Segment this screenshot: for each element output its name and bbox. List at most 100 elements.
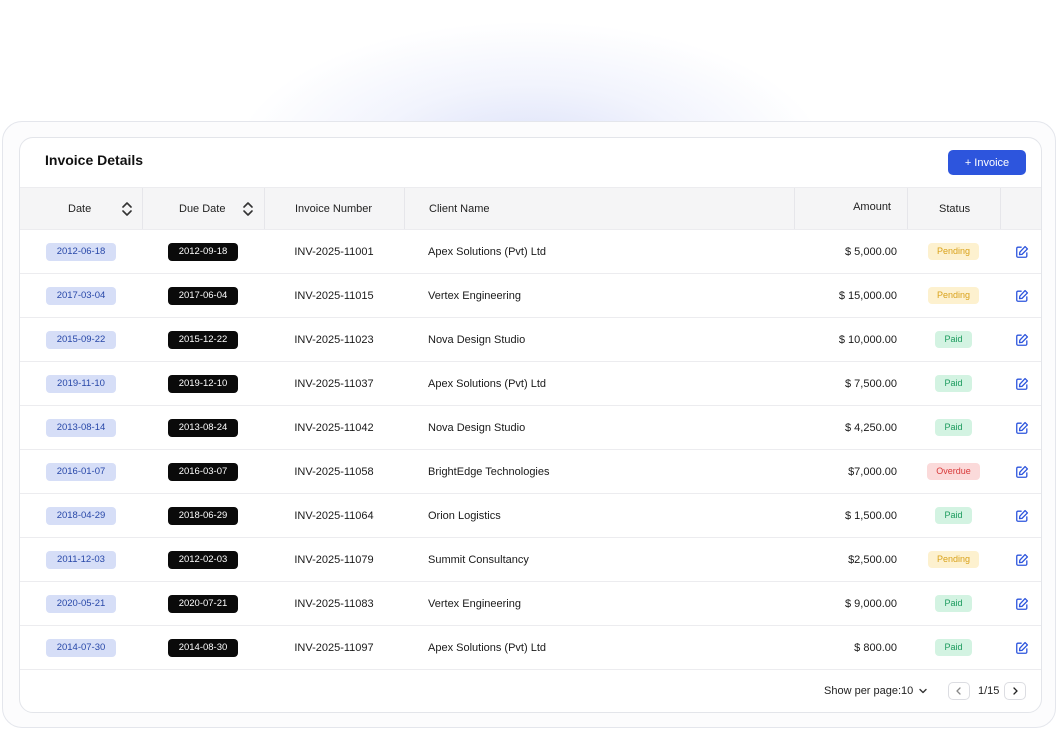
table-row: 2015-09-22 2015-12-22 INV-2025-11023 Nova D… [20,318,1041,362]
date-cell: 2016-01-07 [20,450,142,493]
edit-icon[interactable] [1015,597,1029,611]
client-name: Nova Design Studio [428,421,526,434]
invoice-number: INV-2025-11079 [294,553,374,566]
client-name: Nova Design Studio [428,333,526,346]
due-date-cell: 2017-06-04 [142,274,264,317]
date-cell: 2017-03-04 [20,274,142,317]
status-badge: Paid [935,331,972,348]
column-due-date-label: Due Date [179,202,226,215]
due-date-cell: 2020-07-21 [142,582,264,625]
date-cell: 2018-04-29 [20,494,142,537]
table-row: 2014-07-30 2014-08-30 INV-2025-11097 Apex S… [20,626,1041,670]
edit-button[interactable] [1000,318,1041,361]
edit-icon[interactable] [1015,245,1029,259]
edit-button[interactable] [1000,406,1041,449]
status-badge: Paid [935,507,972,524]
chevron-down-icon[interactable] [918,686,928,696]
amount: $ 4,250.00 [845,421,897,434]
table-row: 2019-11-10 2019-12-10 INV-2025-11037 Apex S… [20,362,1041,406]
due-date-cell: 2012-02-03 [142,538,264,581]
next-page-button[interactable] [1004,682,1026,700]
date-badge: 2020-05-21 [45,594,117,613]
invoice-number: INV-2025-11015 [294,289,374,302]
edit-button[interactable] [1000,274,1041,317]
date-badge: 2011-12-03 [46,550,116,569]
status-badge: Paid [935,419,972,436]
status-cell: Paid [907,318,1000,361]
date-cell: 2011-12-03 [20,538,142,581]
date-cell: 2019-11-10 [20,362,142,405]
edit-button[interactable] [1000,582,1041,625]
client-name: Apex Solutions (Pvt) Ltd [428,245,547,258]
table-row: 2012-06-18 2012-09-18 INV-2025-11001 Apex S… [20,230,1041,274]
edit-icon[interactable] [1015,333,1029,347]
date-cell: 2012-06-18 [20,230,142,273]
client-name: BrightEdge Technologies [428,465,550,478]
status-cell: Paid [907,494,1000,537]
due-date-cell: 2012-09-18 [142,230,264,273]
edit-icon[interactable] [1015,421,1029,435]
status-cell: Paid [907,582,1000,625]
invoice-number: INV-2025-11042 [294,421,374,434]
amount: $ 1,500.00 [845,509,897,522]
edit-button[interactable] [1000,538,1041,581]
status-cell: Pending [907,538,1000,581]
edit-button[interactable] [1000,362,1041,405]
pagination-footer: Show per page: 10 1/15 [20,672,1041,712]
column-due-date[interactable]: Due Date [142,188,264,229]
edit-icon[interactable] [1015,641,1029,655]
status-cell: Pending [907,274,1000,317]
per-page-select[interactable]: 10 [901,685,913,697]
date-cell: 2020-05-21 [20,582,142,625]
status-badge: Paid [935,595,972,612]
due-date-badge: 2013-08-24 [167,418,239,437]
sort-icon[interactable] [121,201,133,217]
date-badge: 2013-08-14 [45,418,117,437]
edit-button[interactable] [1000,494,1041,537]
invoice-number: INV-2025-11001 [294,245,374,258]
due-date-badge: 2016-03-07 [167,462,239,481]
due-date-cell: 2016-03-07 [142,450,264,493]
date-badge: 2014-07-30 [45,638,117,657]
due-date-badge: 2012-09-18 [167,242,239,261]
edit-icon[interactable] [1015,289,1029,303]
status-badge: Pending [927,551,980,568]
date-badge: 2018-04-29 [45,506,117,525]
column-status-label: Status [939,202,971,215]
edit-icon[interactable] [1015,509,1029,523]
client-name: Apex Solutions (Pvt) Ltd [428,377,547,390]
edit-icon[interactable] [1015,553,1029,567]
sort-icon[interactable] [242,201,254,217]
edit-icon[interactable] [1015,465,1029,479]
edit-button[interactable] [1000,626,1041,669]
status-badge: Pending [927,243,980,260]
due-date-badge: 2017-06-04 [167,286,239,305]
due-date-badge: 2012-02-03 [167,550,239,569]
invoice-number: INV-2025-11083 [294,597,374,610]
table-row: 2020-05-21 2020-07-21 INV-2025-11083 Vertex… [20,582,1041,626]
column-date[interactable]: Date [20,188,142,229]
due-date-cell: 2013-08-24 [142,406,264,449]
status-badge: Paid [935,639,972,656]
date-cell: 2015-09-22 [20,318,142,361]
amount: $2,500.00 [848,553,897,566]
status-badge: Paid [935,375,972,392]
due-date-cell: 2015-12-22 [142,318,264,361]
edit-icon[interactable] [1015,377,1029,391]
table-row: 2016-01-07 2016-03-07 INV-2025-11058 Bright… [20,450,1041,494]
add-invoice-button[interactable]: + Invoice [948,150,1026,175]
date-badge: 2016-01-07 [45,462,117,481]
edit-button[interactable] [1000,450,1041,493]
due-date-cell: 2014-08-30 [142,626,264,669]
edit-button[interactable] [1000,230,1041,273]
chevron-right-icon [1013,687,1018,695]
prev-page-button[interactable] [948,682,970,700]
amount: $ 15,000.00 [838,289,897,302]
column-invoice-number: Invoice Number [264,188,404,229]
status-cell: Paid [907,626,1000,669]
invoice-number: INV-2025-11023 [294,333,374,346]
amount: $ 800.00 [854,641,897,654]
status-cell: Pending [907,230,1000,273]
client-name: Apex Solutions (Pvt) Ltd [428,641,547,654]
column-client-name: Client Name [404,188,794,229]
